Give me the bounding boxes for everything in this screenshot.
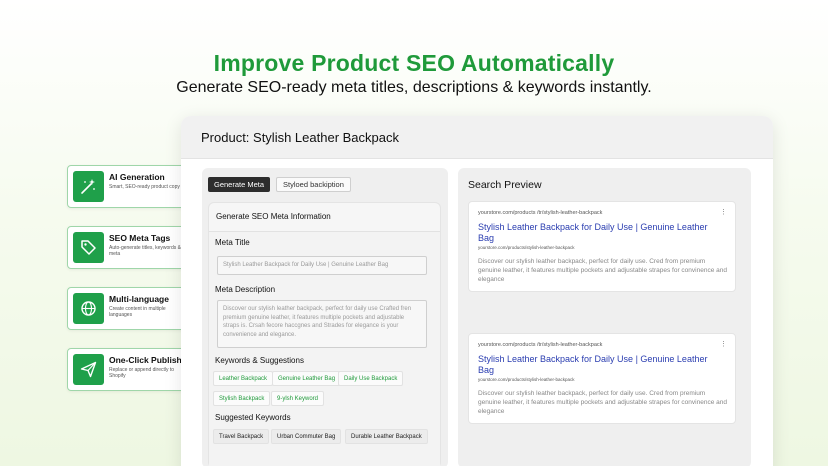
tab-styled-description[interactable]: Styloed backiption	[276, 177, 351, 192]
magic-wand-icon	[73, 171, 104, 202]
search-result: yourstore.com/products /tr/stylish-leath…	[468, 201, 736, 292]
meta-description-label: Meta Description	[215, 285, 276, 294]
suggested-keyword-chip[interactable]: Urban Commuter Bag	[271, 429, 342, 444]
result-slug: yourstore.com/products/stylish-leather-b…	[478, 377, 575, 382]
feature-desc: Smart, SEO-ready product copy	[109, 184, 180, 190]
seo-form-card: Generate SEO Meta Information Meta Title…	[208, 202, 441, 466]
form-heading: Generate SEO Meta Information	[216, 212, 331, 221]
feature-desc: Auto-generate titles, keywords & meta	[109, 245, 181, 258]
product-header: Product: Stylish Leather Backpack	[181, 116, 773, 159]
keyword-chip[interactable]: Daily Use Backpack	[338, 371, 404, 386]
feature-title: Multi-language	[109, 294, 169, 304]
feature-title: One-Click Publish	[109, 355, 182, 365]
keyword-chip[interactable]: 9-ylsh Keyword	[271, 391, 325, 406]
keyword-chip[interactable]: Genuine Leather Bag	[272, 371, 342, 386]
result-title[interactable]: Stylish Leather Backpack for Daily Use |…	[478, 354, 718, 376]
meta-editor: Generate Meta Styloed backiption Generat…	[202, 168, 448, 466]
meta-title-label: Meta Title	[215, 238, 250, 247]
keyword-chip[interactable]: Stylish Backpack	[213, 391, 271, 406]
result-description: Discover our stylish leather backpack, p…	[478, 258, 727, 283]
feature-card-one-click-publish: One-Click Publish Replace or append dire…	[67, 348, 190, 391]
feature-title: AI Generation	[109, 172, 165, 182]
result-title[interactable]: Stylish Leather Backpack for Daily Use |…	[478, 222, 718, 244]
feature-desc: Replace or append directly to Shopify	[109, 367, 175, 380]
hero-title: Improve Product SEO Automatically	[213, 50, 615, 76]
search-preview-panel: Search Preview yourstore.com/products /t…	[458, 168, 751, 466]
feature-title: SEO Meta Tags	[109, 233, 171, 243]
feature-card-ai-generation: AI Generation Smart, SEO-ready product c…	[67, 165, 190, 208]
suggested-keywords-label: Suggested Keywords	[215, 413, 291, 422]
feature-card-seo-meta-tags: SEO Meta Tags Auto-generate titles, keyw…	[67, 226, 190, 269]
globe-icon	[73, 293, 104, 324]
tab-generate-meta[interactable]: Generate Meta	[208, 177, 271, 192]
app-window: Product: Stylish Leather Backpack Genera…	[181, 116, 773, 466]
hero-subtitle: Generate SEO-ready meta titles, descript…	[176, 79, 652, 96]
keyword-chip[interactable]: Leather Backpack	[213, 371, 274, 386]
meta-description-textarea[interactable]: Discover our stylish leather backpack, p…	[217, 300, 427, 348]
result-url: yourstore.com/products /tr/stylish-leath…	[478, 342, 603, 348]
suggested-keyword-chip[interactable]: Travel Backpack	[213, 429, 270, 444]
meta-title-input[interactable]: Stylish Leather Backpack for Daily Use |…	[217, 256, 427, 275]
suggested-keyword-chip[interactable]: Durable Leather Backpack	[345, 429, 428, 444]
search-result: yourstore.com/products /tr/stylish-leath…	[468, 333, 736, 424]
more-options-icon[interactable]: ⋮	[720, 208, 727, 216]
result-url: yourstore.com/products /tr/stylish-leath…	[478, 210, 603, 216]
keywords-label: Keywords & Suggestions	[215, 356, 304, 365]
feature-desc: Create content in multiple languages	[109, 306, 166, 319]
result-slug: yourstore.com/products/stylish-leather-b…	[478, 245, 575, 250]
result-description: Discover our stylish leather backpack, p…	[478, 390, 727, 415]
tag-icon	[73, 232, 104, 263]
more-options-icon[interactable]: ⋮	[720, 340, 727, 348]
search-preview-title: Search Preview	[468, 179, 542, 191]
send-icon	[73, 354, 104, 385]
feature-card-multi-language: Multi-language Create content in multipl…	[67, 287, 190, 330]
form-body: Meta Title Stylish Leather Backpack for …	[209, 231, 440, 466]
